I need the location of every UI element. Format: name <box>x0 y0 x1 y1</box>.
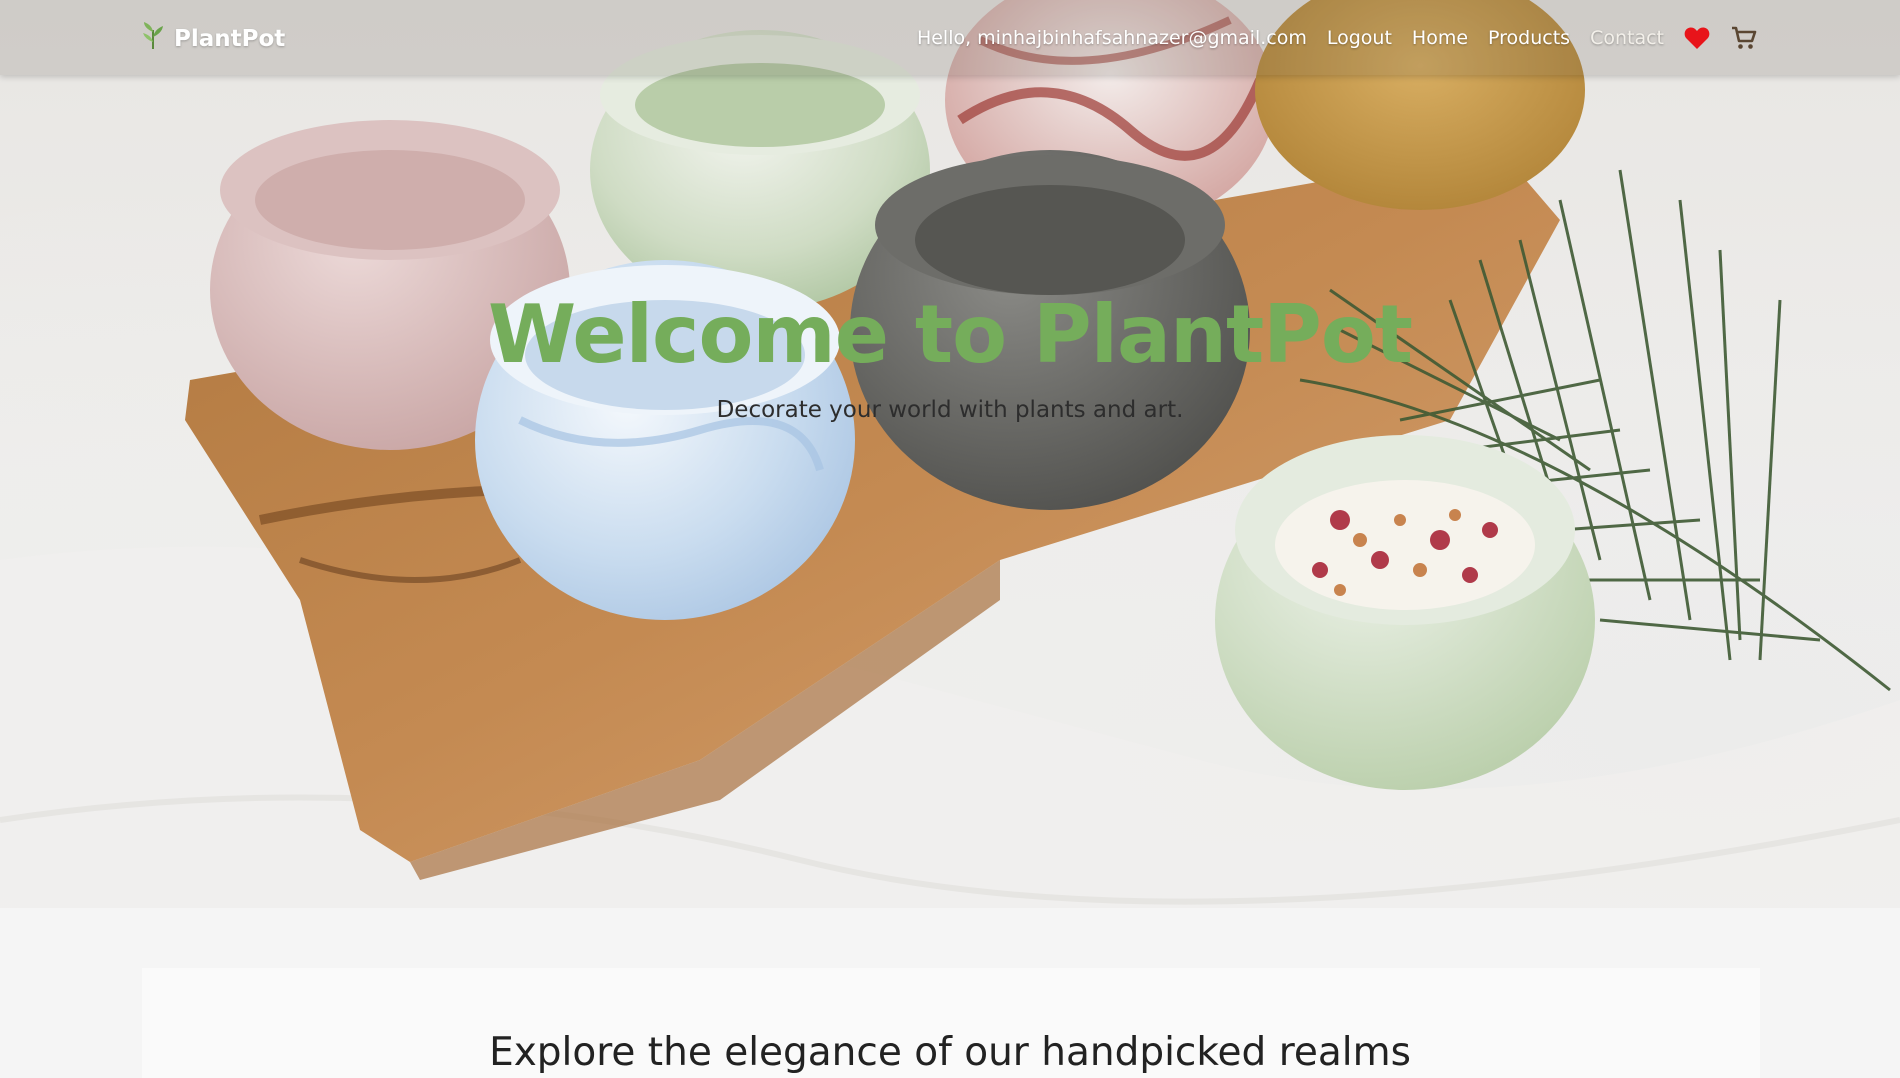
nav-logout-link[interactable]: Logout <box>1327 27 1392 49</box>
hero-banner: Welcome to PlantPot Decorate your world … <box>0 0 1900 908</box>
brand-link[interactable]: PlantPot <box>142 22 285 55</box>
hero-background-image <box>0 0 1900 908</box>
navbar: PlantPot Hello, minhajbinhafsahnazer@gma… <box>0 0 1900 75</box>
user-greeting: Hello, minhajbinhafsahnazer@gmail.com <box>916 27 1307 49</box>
section-title: Explore the elegance of our handpicked r… <box>489 1030 1411 1075</box>
hero-title: Welcome to PlantPot <box>487 288 1413 381</box>
hero-subtitle: Decorate your world with plants and art. <box>716 397 1184 423</box>
heart-icon[interactable] <box>1684 26 1710 50</box>
nav-menu: Hello, minhajbinhafsahnazer@gmail.com Lo… <box>917 18 1758 58</box>
nav-home-link[interactable]: Home <box>1412 27 1468 49</box>
nav-products-link[interactable]: Products <box>1488 27 1570 49</box>
cart-icon[interactable] <box>1730 25 1758 51</box>
brand-name: PlantPot <box>174 25 286 52</box>
leaf-logo-icon <box>142 22 164 55</box>
nav-contact-link[interactable]: Contact <box>1590 27 1664 49</box>
